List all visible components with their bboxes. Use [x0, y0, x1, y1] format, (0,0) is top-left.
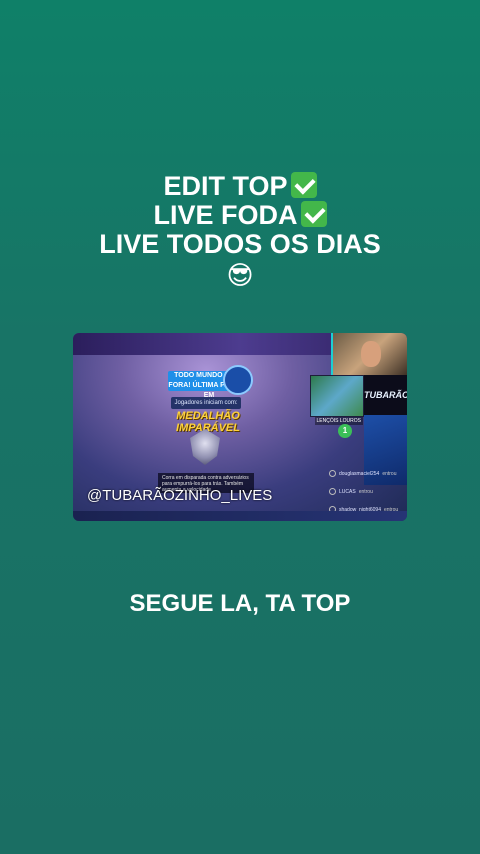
location-label: LENÇÓIS LOUROS: [314, 417, 363, 425]
channel-watermark: @TUBARÃOZINHO_LIVES: [87, 487, 273, 504]
check-mark-icon: [300, 201, 327, 227]
streamer-webcam: [331, 333, 407, 375]
check-mark-icon: [290, 172, 317, 198]
gameplay-video-thumbnail[interactable]: TODO MUNDO PARA FORA! ÚLTIMA PARADA EM J…: [73, 333, 407, 521]
footer-text: SEGUE LA, TA TOP: [129, 590, 351, 617]
streamer-face: [361, 341, 381, 367]
caption-line-2: LIVE FODA: [0, 201, 480, 230]
banner-badge-icon: [223, 365, 253, 395]
sunglasses-emoji-icon: 😎: [226, 260, 254, 290]
wolf-emblem-icon: [190, 429, 220, 465]
circle-number-badge: 1: [338, 424, 352, 438]
caption-line-1: EDIT TOP: [0, 172, 480, 201]
user-icon: [329, 470, 336, 478]
feed-item: LUCAS entrou: [329, 483, 405, 501]
caption-text: EDIT TOP LIVE FODA LIVE TODOS OS DIAS 😎: [0, 172, 480, 291]
channel-logo: TUBARÃO: [364, 375, 407, 415]
game-sub-label: Jogadores iniciam com:: [171, 397, 241, 409]
caption-line-3: LIVE TODOS OS DIAS: [99, 229, 381, 259]
medal-title: MEDALHÃO IMPARÁVEL: [176, 410, 240, 434]
game-bottom-hud: [73, 511, 407, 521]
user-icon: [329, 488, 336, 496]
minimap: [310, 375, 364, 417]
feed-item: douglasmaciel254 entrou: [329, 465, 405, 483]
